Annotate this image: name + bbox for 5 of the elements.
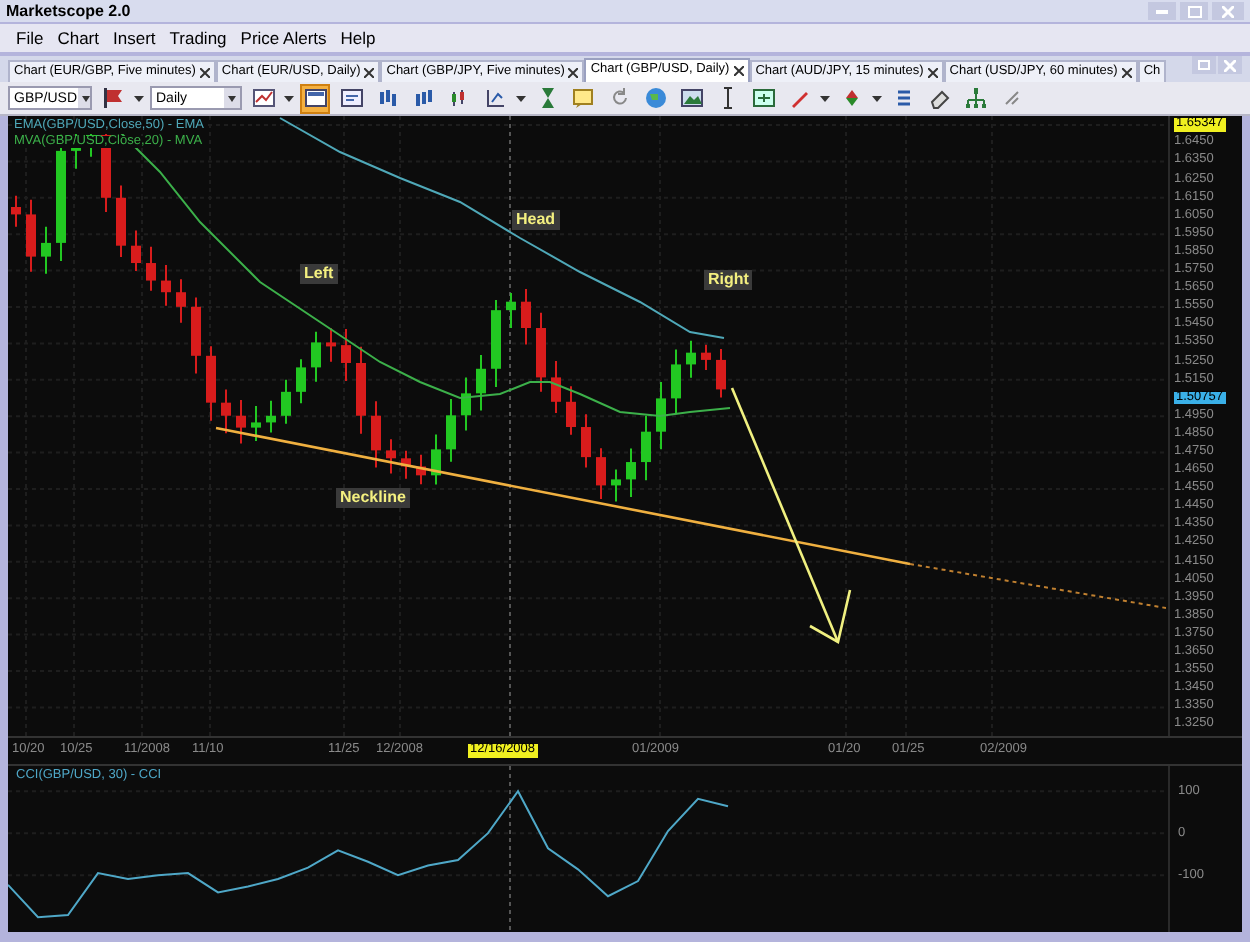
annotation-label: Left (300, 264, 338, 284)
annotation-label: Neckline (336, 488, 410, 508)
annotation-label: Head (512, 210, 560, 230)
annotation-label: Right (704, 270, 753, 290)
window-title: Marketscope 2.0 (6, 3, 131, 19)
